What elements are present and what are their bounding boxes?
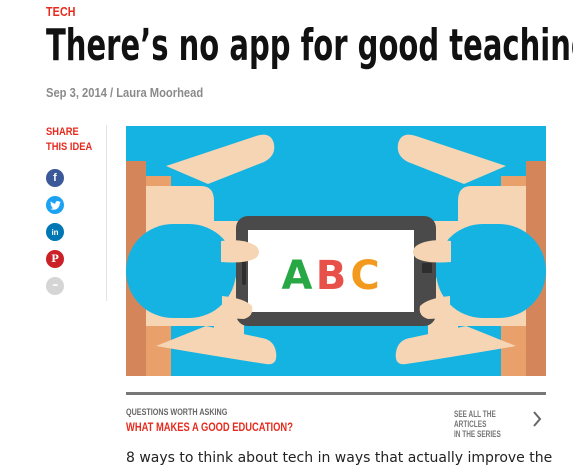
- pinterest-icon: P: [51, 253, 59, 265]
- series-kicker: QUESTIONS WORTH ASKING: [126, 407, 228, 417]
- twitter-share-button[interactable]: [46, 196, 64, 214]
- article-teaser: 8 ways to think about tech in ways that …: [126, 450, 553, 466]
- see-all-label: SEE ALL THE ARTICLES IN THE SERIES: [454, 409, 501, 439]
- article-title: There’s no app for good teaching: [46, 20, 573, 71]
- linkedin-icon: in: [51, 227, 59, 237]
- more-share-button[interactable]: •••: [46, 277, 64, 295]
- chevron-right-icon: [533, 411, 542, 427]
- see-all-articles-link[interactable]: SEE ALL THE ARTICLES IN THE SERIES: [454, 409, 544, 439]
- share-sidebar: SHARE THIS IDEA f in P •••: [46, 125, 107, 301]
- hero-image: A B C: [126, 126, 546, 391]
- more-icon: •••: [52, 283, 58, 289]
- series-banner: QUESTIONS WORTH ASKING WHAT MAKES A GOOD…: [126, 392, 546, 445]
- facebook-share-button[interactable]: f: [46, 169, 64, 187]
- facebook-icon: f: [53, 172, 57, 184]
- share-label: SHARE THIS IDEA: [46, 126, 93, 153]
- phone-held-in-hands-illustration: A B C: [126, 126, 546, 391]
- series-title-link[interactable]: WHAT MAKES A GOOD EDUCATION?: [126, 420, 293, 434]
- twitter-icon: [49, 200, 61, 210]
- pinterest-share-button[interactable]: P: [46, 250, 64, 268]
- byline: Sep 3, 2014 / Laura Moorhead: [46, 85, 204, 100]
- hero-letter-b: B: [316, 253, 347, 299]
- hero-letter-c: C: [350, 253, 379, 299]
- hero-letter-a: A: [282, 253, 313, 299]
- linkedin-share-button[interactable]: in: [46, 223, 64, 241]
